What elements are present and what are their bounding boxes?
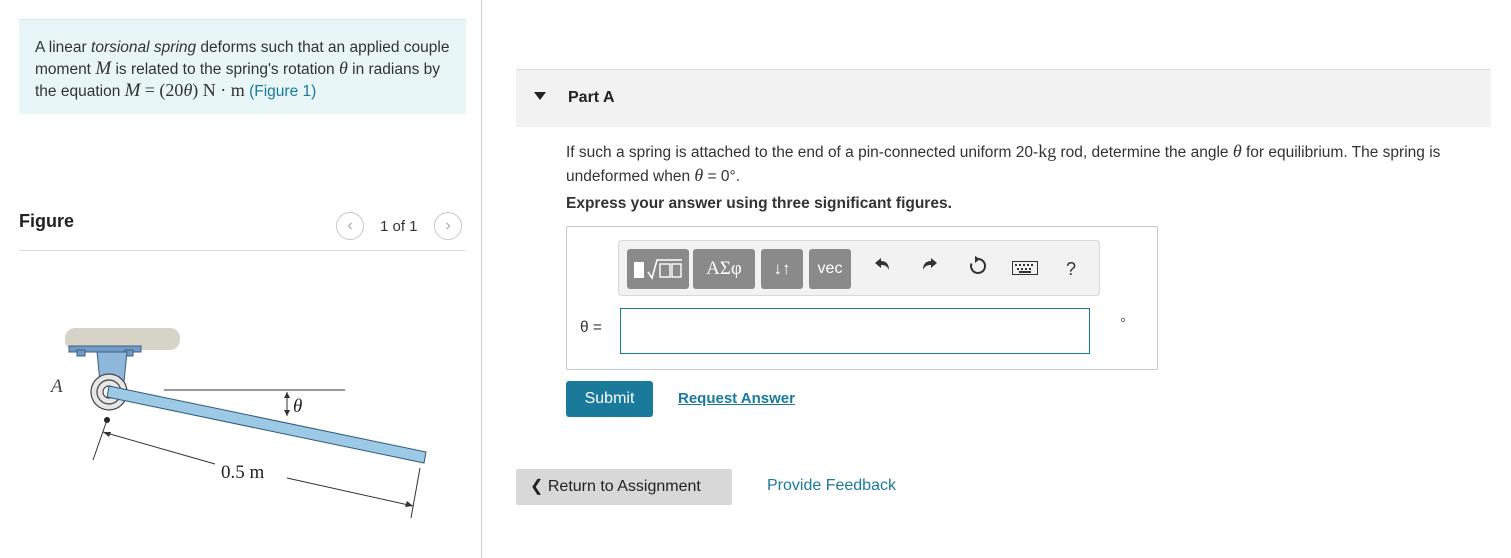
figure-heading: Figure [19,211,75,231]
help-button[interactable]: ? [1061,255,1081,283]
undo-icon [875,258,889,270]
reset-button[interactable] [965,255,991,283]
math-var-theta: θ [694,165,704,185]
templates-button[interactable] [627,249,689,289]
subscript-superscript-button[interactable]: ↓↑ [761,249,803,289]
math-var-M: M [95,58,112,79]
math-var-theta: θ [183,80,193,100]
arrowhead [103,432,111,437]
request-answer-link[interactable]: Request Answer [678,390,795,407]
chevron-left-icon: ‹ [347,217,353,234]
math-var-theta: θ [1232,141,1242,161]
chevron-left-icon: ❮ [530,478,544,495]
uniform-rod [106,385,427,464]
part-a-header[interactable]: Part A [516,69,1491,127]
length-label: 0.5 m [221,462,265,483]
template-radical-icon [634,258,682,280]
submit-button[interactable]: Submit [566,381,653,417]
extension-line [92,419,108,461]
problem-text: A linear [35,39,92,56]
arrowhead [284,392,290,398]
theta-label: θ [293,396,302,417]
previous-figure-button[interactable]: ‹ [336,212,364,240]
collapse-caret-icon[interactable] [534,92,546,100]
torsional-spring-figure: θ A 0.5 m [49,328,427,519]
question-text: If such a spring is attached to the end … [566,140,1491,188]
reset-icon [970,256,987,274]
redo-button[interactable] [917,255,943,283]
extension-line [410,467,421,519]
problem-emphasis: torsional spring [91,39,197,56]
bolt [76,349,86,357]
undo-button[interactable] [869,255,895,283]
greek-symbols-button[interactable]: ΑΣφ [693,249,755,289]
answer-unit-label: ° [1120,315,1126,332]
keyboard-button[interactable] [1011,255,1039,283]
return-label: Return to Assignment [547,478,701,495]
arrowhead [405,501,413,507]
column-divider [481,0,482,558]
chevron-right-icon: › [445,217,451,234]
problem-text: is related to the spring's rotation [111,61,339,78]
question-fragment: rod, determine the angle [1056,144,1233,161]
keyboard-icon [1012,261,1038,275]
equation-units: ) N · m [192,80,245,100]
vector-button[interactable]: vec [809,249,851,289]
answer-panel: ΑΣφ ↓↑ vec ? θ = ° [566,226,1158,370]
arrowhead [284,410,290,416]
dimension-line [102,431,216,465]
question-fragment: = 0°. [703,168,741,185]
next-figure-button[interactable]: › [434,212,462,240]
unit-kg: kg [1038,141,1057,161]
provide-feedback-link[interactable]: Provide Feedback [767,477,896,495]
dimension-line [286,477,414,507]
return-to-assignment-button[interactable]: ❮ Return to Assignment [516,469,732,505]
instruction-text: Express your answer using three signific… [566,195,952,212]
answer-input[interactable] [620,308,1090,354]
figure-divider [19,250,466,251]
math-var-theta: θ [338,58,348,78]
redo-icon [923,258,937,270]
question-fragment: If such a spring is attached to the end … [566,144,1039,161]
math-toolbar: ΑΣφ ↓↑ vec ? [618,240,1100,296]
figure-link[interactable]: (Figure 1) [249,83,316,100]
part-title: Part A [568,89,615,106]
answer-variable-label: θ = [580,319,602,336]
equation-part: = (20 [144,80,184,100]
problem-statement: A linear torsional spring deforms such t… [19,19,466,114]
figure-counter: 1 of 1 [380,218,418,235]
math-var-M: M [124,80,141,101]
point-A-label: A [49,376,63,397]
